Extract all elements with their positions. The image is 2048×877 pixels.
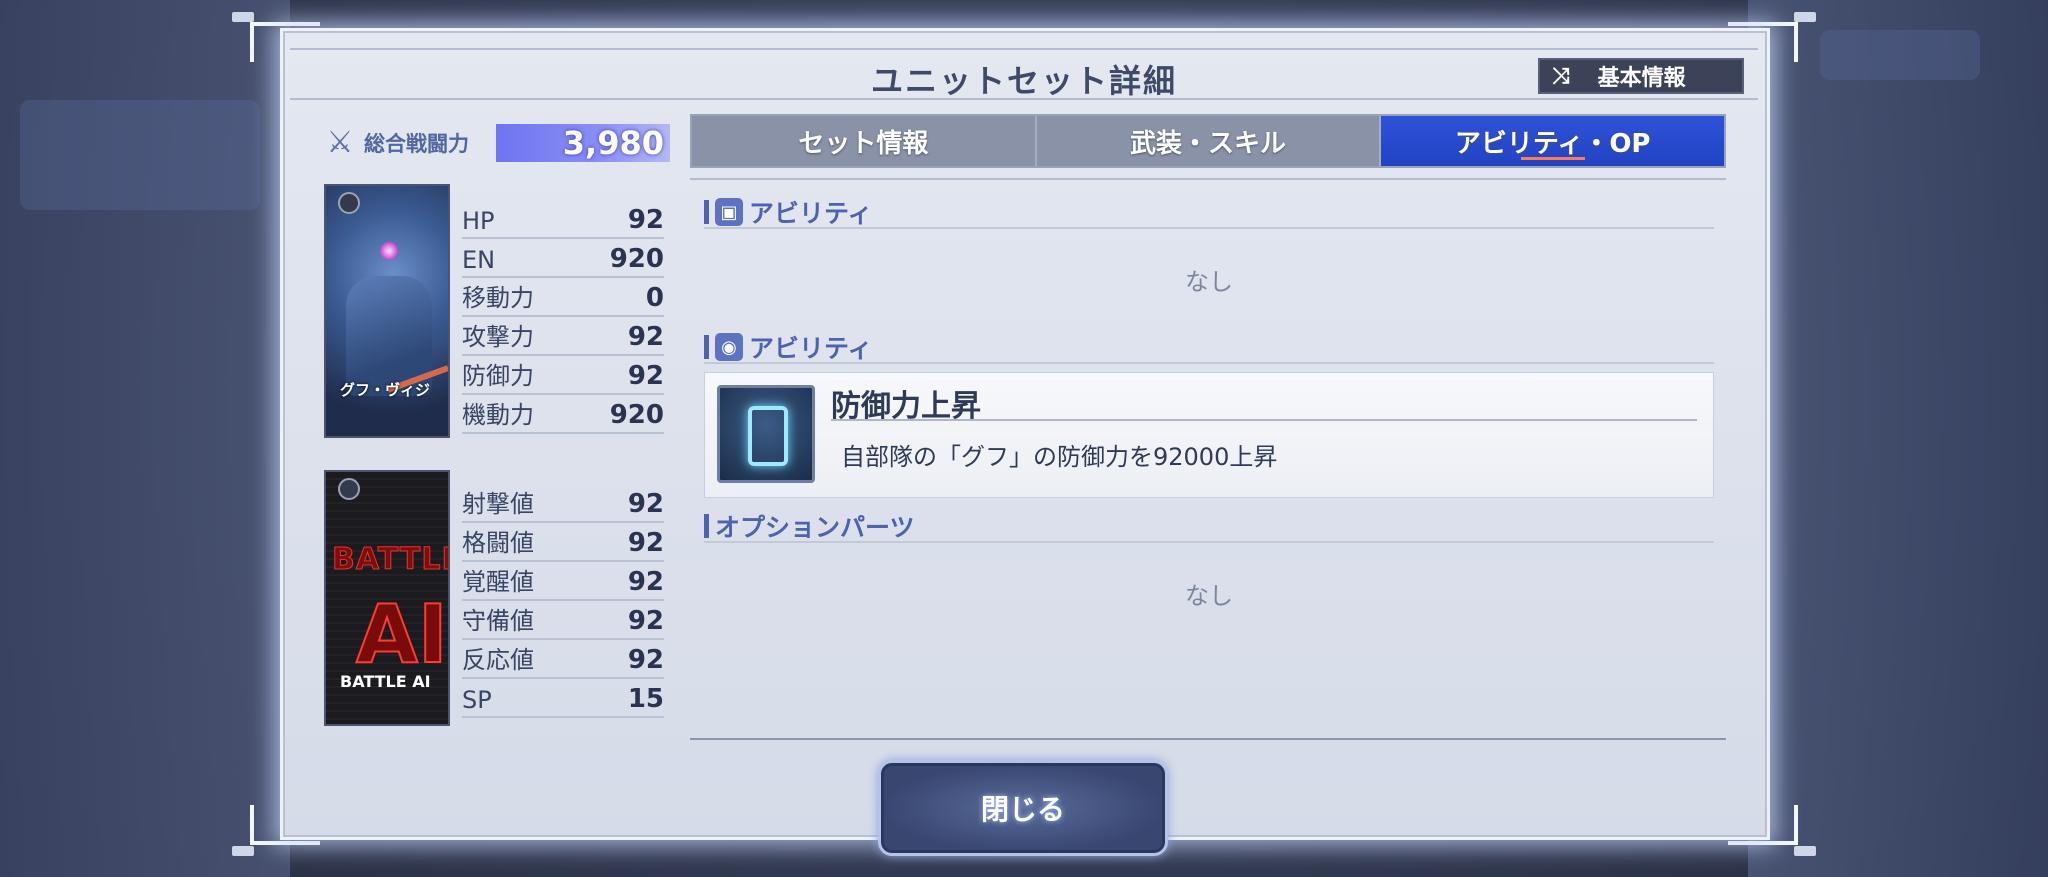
unit-ability-title: アビリティ <box>749 199 873 228</box>
total-power-value: 3,980 <box>496 124 670 162</box>
section-divider <box>704 362 1714 364</box>
pilot-stats: 射撃値 92 格闘値 92 覚醒値 92 守備値 92 反応値 92 SP 15 <box>462 484 664 718</box>
mobile-suit-icon: ▣ <box>715 198 743 226</box>
tab-set-info[interactable]: セット情報 <box>692 116 1037 166</box>
stat-row: 防御力 92 <box>462 356 664 395</box>
stat-value: 92 <box>627 489 664 519</box>
section-divider <box>704 227 1714 229</box>
stat-row: EN 920 <box>462 239 664 278</box>
section-bar <box>704 514 709 538</box>
stat-value: 92 <box>627 322 664 352</box>
pilot-ability-header: ◉ アビリティ <box>704 329 873 365</box>
section-divider <box>704 541 1714 543</box>
stat-label: SP <box>462 686 492 714</box>
crossed-swords-icon: ⚔ <box>326 125 354 160</box>
tab-weapons-skills[interactable]: 武装・スキル <box>1037 116 1382 166</box>
stat-value: 92 <box>627 205 664 235</box>
unit-ability-header: ▣ アビリティ <box>704 194 873 230</box>
section-bar <box>704 200 709 224</box>
stat-label: 反応値 <box>462 646 534 674</box>
background-blurred-panel <box>20 100 260 210</box>
stat-row: 機動力 920 <box>462 395 664 434</box>
tabs-divider <box>690 178 1726 180</box>
unit-stats: HP 92 EN 920 移動力 0 攻撃力 92 防御力 92 機動力 920 <box>462 200 664 434</box>
frame-tick <box>232 12 254 22</box>
stat-label: 防御力 <box>462 362 534 390</box>
pilot-helmet-icon: ◉ <box>715 333 743 361</box>
battle-ai-card[interactable]: BATTLE AI BATTLE AI <box>324 470 450 726</box>
option-parts-title: オプションパーツ <box>715 513 915 542</box>
unit-name: グフ・ヴィジ <box>340 381 431 399</box>
section-bar <box>704 335 709 359</box>
stat-label: HP <box>462 207 495 235</box>
frame-tick <box>1794 12 1816 22</box>
minus-badge-icon <box>338 478 360 500</box>
stat-row: 覚醒値 92 <box>462 562 664 601</box>
frame-tick <box>232 846 254 856</box>
stat-label: 射撃値 <box>462 490 534 518</box>
stat-row: 移動力 0 <box>462 278 664 317</box>
stat-value: 92 <box>627 528 664 558</box>
ability-item[interactable]: 防御力上昇 自部隊の「グフ」の防御力を92000上昇 <box>704 372 1714 498</box>
frame-tick <box>1794 846 1816 856</box>
stat-label: 守備値 <box>462 607 534 635</box>
stat-value: 0 <box>645 283 664 313</box>
total-power-label: 総合戦闘力 <box>364 132 469 156</box>
shield-hex-icon <box>748 406 788 466</box>
basic-info-label: 基本情報 <box>1597 66 1686 91</box>
stat-value: 15 <box>627 684 664 714</box>
stat-value: 92 <box>627 645 664 675</box>
stat-value: 920 <box>609 400 664 430</box>
stat-value: 920 <box>609 244 664 274</box>
stat-row: 反応値 92 <box>462 640 664 679</box>
stat-value: 92 <box>627 361 664 391</box>
ai-card-label: BATTLE AI <box>340 672 431 691</box>
shuffle-icon: ⤨ <box>1552 63 1570 89</box>
background-right <box>1748 0 2048 877</box>
stat-label: 覚醒値 <box>462 568 534 596</box>
stat-row: 攻撃力 92 <box>462 317 664 356</box>
detail-tabs: セット情報 武装・スキル アビリティ・OP <box>690 114 1726 168</box>
ability-description: 自部隊の「グフ」の防御力を92000上昇 <box>841 443 1278 471</box>
option-parts-header: オプションパーツ <box>704 508 915 544</box>
basic-info-button[interactable]: ⤨ 基本情報 <box>1538 58 1744 94</box>
ai-card-battle-text: BATTLE <box>332 542 450 578</box>
unit-ability-empty: なし <box>1185 268 1233 296</box>
close-button[interactable]: 閉じる <box>878 760 1168 856</box>
unit-card[interactable]: グフ・ヴィジ <box>324 184 450 438</box>
stat-row: 守備値 92 <box>462 601 664 640</box>
stat-row: 格闘値 92 <box>462 523 664 562</box>
ability-divider <box>831 419 1697 421</box>
option-parts-empty: なし <box>1185 582 1233 610</box>
stat-label: EN <box>462 246 496 274</box>
defense-up-icon <box>717 385 815 483</box>
ai-card-big-text: AI <box>355 587 448 682</box>
stat-value: 92 <box>627 606 664 636</box>
background-blurred-button <box>1820 30 1980 80</box>
stat-label: 攻撃力 <box>462 323 534 351</box>
stat-row: SP 15 <box>462 679 664 718</box>
minus-badge-icon <box>338 192 360 214</box>
stat-value: 92 <box>627 567 664 597</box>
total-power-row: ⚔ 総合戦闘力 <box>322 124 469 162</box>
content-bottom-divider <box>690 738 1726 740</box>
stat-row: HP 92 <box>462 200 664 239</box>
unit-mono-eye <box>380 242 398 260</box>
stat-label: 移動力 <box>462 284 534 312</box>
tab-abilities-op[interactable]: アビリティ・OP <box>1381 116 1725 166</box>
stat-label: 格闘値 <box>462 529 534 557</box>
pilot-ability-title: アビリティ <box>749 334 873 363</box>
stat-label: 機動力 <box>462 401 534 429</box>
stat-row: 射撃値 92 <box>462 484 664 523</box>
